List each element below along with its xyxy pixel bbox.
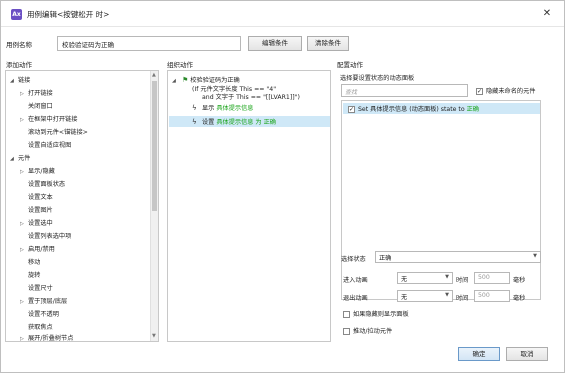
tree-item[interactable]: ▷ 启用/禁用 (20, 244, 55, 253)
lightning-icon: ϟ (192, 104, 197, 112)
enter-animation-label: 进入动画 (343, 277, 368, 284)
expand-arrow-icon[interactable]: ▷ (20, 169, 28, 175)
action-set-panel[interactable]: ϟ 设置 具体提示信息 为 正确 (192, 117, 276, 126)
tree-item[interactable]: 滚动到元件<锚链接> (28, 127, 88, 136)
select-panel-label: 选择要设置状态的动态面板 (340, 75, 415, 82)
chevron-down-icon: ▼ (533, 253, 537, 259)
window-title: 用例编辑<按键松开 时> (27, 10, 110, 19)
case-name-input[interactable]: 校验验证码为正确 (57, 36, 241, 51)
tree-item[interactable]: 设置图片 (28, 205, 53, 214)
push-pull-checkbox[interactable]: 推动/拉动元件 (343, 326, 392, 335)
exit-time-input[interactable]: 500 (474, 290, 510, 302)
clear-condition-button[interactable]: 清除条件 (307, 36, 349, 51)
hide-unnamed-checkbox[interactable]: 隐藏未命名的元件 (476, 86, 536, 95)
state-item-value: 正确 (466, 106, 479, 113)
case-editor-dialog: Ax 用例编辑<按键松开 时> ✕ 用例名称 校验验证码为正确 编辑条件 清除条… (0, 0, 565, 373)
tree-item[interactable]: 移动 (28, 257, 40, 266)
checkbox-icon[interactable] (343, 310, 350, 318)
select-state-label: 选择状态 (341, 256, 366, 263)
tree-item[interactable]: 关闭窗口 (28, 101, 53, 110)
tree-item[interactable]: ▷ 设置选中 (20, 218, 53, 227)
vertical-scrollbar[interactable]: ▲ ▼ (150, 71, 158, 341)
cancel-button[interactable]: 取消 (506, 347, 548, 361)
tree-item[interactable]: 设置不透明 (28, 309, 59, 318)
case-node[interactable]: ◢ ⚑ 校验验证码为正确 (172, 75, 240, 84)
condition-line: and 文字于 This == "[[LVAR1]]") (202, 94, 300, 101)
tree-item[interactable]: ▷ 打开链接 (20, 88, 53, 97)
state-select[interactable]: 正确 ▼ (375, 251, 541, 263)
list-item[interactable]: Set 具体提示信息 (动态面板) state to 正确 (343, 103, 540, 114)
expand-arrow-icon[interactable]: ▷ (20, 91, 28, 97)
scroll-thumb[interactable] (152, 81, 157, 211)
case-title: 校验验证码为正确 (190, 77, 240, 84)
tree-item[interactable]: ▷ 显示/隐藏 (20, 166, 55, 175)
tree-item[interactable]: ▷ 在框架中打开链接 (20, 114, 78, 123)
time-label: 时间 (456, 277, 469, 284)
chevron-down-icon: ▼ (445, 292, 449, 298)
expand-arrow-icon[interactable]: ▷ (20, 336, 28, 341)
collapse-arrow-icon[interactable]: ◢ (10, 78, 18, 84)
ok-button[interactable]: 确定 (458, 347, 500, 361)
show-if-hidden-checkbox[interactable]: 如果隐藏则显示面板 (343, 309, 409, 318)
chevron-down-icon: ▼ (445, 274, 449, 280)
tree-item[interactable]: 获取焦点 (28, 322, 53, 331)
tree-item[interactable]: ◢ 链接 (10, 75, 30, 84)
title-bar: Ax 用例编辑<按键松开 时> ✕ (1, 1, 564, 27)
tree-item[interactable]: ▷ 展开/折叠树节点 (20, 333, 73, 341)
add-action-tree: ◢ 链接 ▷ 打开链接 关闭窗口 ▷ 在框架中打开链接 滚动到元件<锚链接> 设置自适… (5, 70, 159, 342)
action-show[interactable]: ϟ 显示 具体提示信息 (192, 103, 253, 112)
organize-action-header: 组织动作 (167, 61, 193, 69)
tree-item[interactable]: 设置自适应视图 (28, 140, 71, 149)
tree-item[interactable]: 设置文本 (28, 192, 53, 201)
ms-label: 毫秒 (513, 295, 526, 302)
checkbox-checked-icon[interactable] (348, 105, 355, 113)
tree-item[interactable]: 旋转 (28, 270, 40, 279)
filter-input[interactable]: 查找 (341, 84, 468, 97)
checkbox-icon[interactable] (343, 327, 350, 335)
scroll-up-icon[interactable]: ▲ (152, 72, 156, 78)
close-button[interactable]: ✕ (540, 7, 554, 21)
tree-item[interactable]: ▷ 置于顶层/底层 (20, 296, 67, 305)
edit-condition-button[interactable]: 编辑条件 (248, 36, 302, 51)
exit-animation-select[interactable]: 无 ▼ (397, 290, 453, 302)
enter-animation-select[interactable]: 无 ▼ (397, 272, 453, 284)
tree-item[interactable]: 设置尺寸 (28, 283, 53, 292)
lightning-icon: ϟ (192, 118, 197, 126)
time-label: 时间 (456, 295, 469, 302)
case-icon: ⚑ (181, 76, 189, 84)
panel-state-list: Set 具体提示信息 (动态面板) state to 正确 (341, 100, 541, 300)
configure-action-header: 配置动作 (337, 61, 363, 69)
exit-animation-label: 退出动画 (343, 295, 368, 302)
tree-item[interactable]: 设置面板状态 (28, 179, 65, 188)
enter-time-input[interactable]: 500 (474, 272, 510, 284)
case-name-row: 用例名称 校验验证码为正确 编辑条件 清除条件 (1, 36, 564, 52)
expand-arrow-icon[interactable]: ▷ (20, 299, 28, 305)
expand-arrow-icon[interactable]: ▷ (20, 117, 28, 123)
checkbox-checked-icon[interactable] (476, 87, 483, 95)
add-action-header: 添加动作 (6, 61, 32, 69)
expand-arrow-icon[interactable]: ▷ (20, 221, 28, 227)
expand-arrow-icon[interactable]: ▷ (20, 247, 28, 253)
collapse-arrow-icon[interactable]: ◢ (10, 156, 18, 162)
app-icon: Ax (11, 9, 22, 20)
state-item-text: Set 具体提示信息 (动态面板) state to (358, 106, 465, 113)
scroll-down-icon[interactable]: ▼ (152, 333, 156, 339)
configure-panel: 选择要设置状态的动态面板 查找 隐藏未命名的元件 Set 具体提示信息 (动态面… (337, 70, 543, 342)
tree-item[interactable]: 设置列表选中项 (28, 231, 71, 240)
case-name-label: 用例名称 (6, 41, 32, 49)
tree-item[interactable]: ◢ 元件 (10, 153, 30, 162)
ms-label: 毫秒 (513, 277, 526, 284)
collapse-arrow-icon[interactable]: ◢ (172, 78, 180, 84)
organize-action-tree: ◢ ⚑ 校验验证码为正确 (If 元件文字长度 This == "4" and … (167, 70, 331, 342)
